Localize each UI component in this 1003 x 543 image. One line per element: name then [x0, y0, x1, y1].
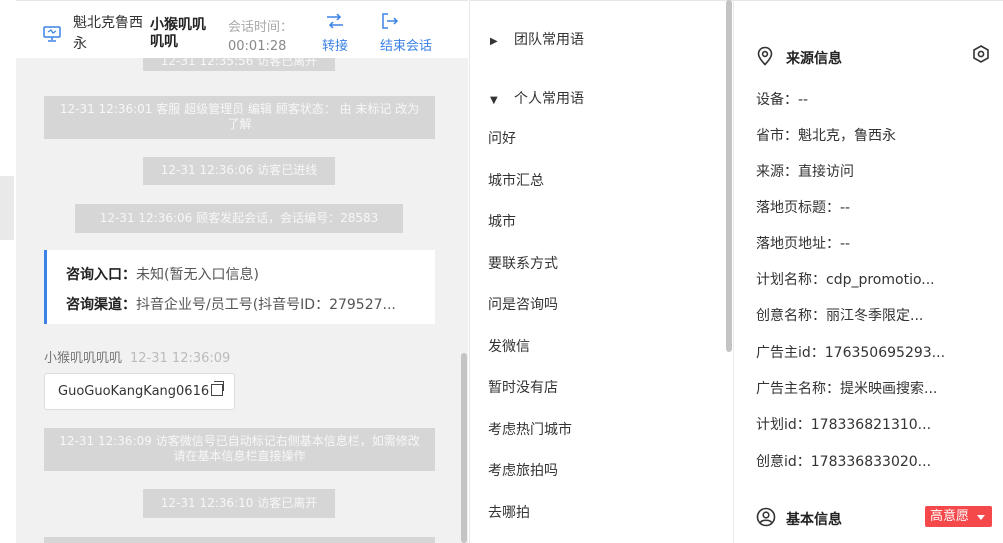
app-root: 12-31 12:35:56 访客已离开 12-31 12:36:01 客服 超…	[0, 0, 1003, 543]
entry-label: 咨询入口：	[66, 267, 136, 283]
consult-entry-row: 咨询入口：未知(暂无入口信息)	[66, 264, 259, 284]
quick-replies-panel: ▶ 团队常用语 ▼ 个人常用语 问好 城市汇总 城市 要联系方式 问是咨询吗 发微信…	[469, 0, 733, 543]
quick-reply-item[interactable]: 问是咨询吗	[488, 294, 558, 314]
quick-reply-item[interactable]: 去哪拍	[488, 502, 530, 522]
quick-reply-item[interactable]: 要联系方式	[488, 253, 558, 273]
source-row: 省市：魁北克，鲁西永	[756, 128, 896, 144]
team-phrases-group[interactable]: ▶ 团队常用语	[490, 29, 584, 49]
visitor-location: 魁北克鲁西永	[73, 15, 143, 52]
message-text: GuoGuoKangKang0616	[58, 384, 210, 399]
system-message	[44, 537, 435, 543]
quick-reply-item[interactable]: 考虑热门城市	[488, 419, 572, 439]
personal-phrases-group[interactable]: ▼ 个人常用语	[490, 88, 584, 108]
transfer-label: 转接	[322, 39, 349, 54]
consult-info-card: 咨询入口：未知(暂无入口信息) 咨询渠道：抖音企业号/员工号(抖音号ID：279…	[44, 250, 435, 324]
message-bubble[interactable]: GuoGuoKangKang0616	[44, 373, 235, 410]
end-session-icon	[382, 13, 399, 29]
intent-level-label: 高意愿	[930, 509, 970, 524]
source-row: 设备：--	[756, 92, 809, 108]
system-message: 12-31 12:36:10 访客已离开	[143, 489, 335, 518]
end-session-button[interactable]: 结束会话	[380, 11, 432, 54]
caret-down-icon: ▼	[490, 95, 498, 106]
channel-label: 咨询渠道：	[66, 297, 136, 313]
system-message: 12-31 12:36:09 访客微信号已自动标记右侧基本信息栏，如需修改请在基…	[44, 428, 435, 471]
session-time-value: 00:01:28	[228, 39, 287, 54]
system-message: 12-31 12:36:01 客服 超级管理员 编辑 顾客状态： 由 未标记 改…	[44, 96, 435, 139]
quick-reply-item[interactable]: 城市	[488, 211, 516, 231]
left-gutter	[0, 0, 16, 543]
personal-phrases-label: 个人常用语	[514, 91, 584, 107]
location-pin-icon	[757, 46, 773, 66]
source-info-panel: 来源信息 设备：-- 省市：魁北克，鲁西永 来源：直接访问 落地页标题：-- 落…	[733, 0, 1003, 543]
intent-level-dropdown[interactable]: 高意愿	[925, 506, 992, 527]
agent-name: 小猴叽叽叽叽	[150, 17, 206, 50]
transfer-button[interactable]: 转接	[322, 11, 348, 54]
source-row: 计划id：178336821310...	[756, 417, 932, 433]
session-topbar: 魁北克鲁西永 小猴叽叽叽叽 会话时间： 00:01:28 转接 结束会话	[16, 0, 468, 58]
quick-reply-item[interactable]: 考虑旅拍吗	[488, 460, 558, 480]
quick-reply-item[interactable]: 城市汇总	[488, 170, 544, 190]
message-time: 12-31 12:36:09	[130, 351, 231, 366]
caret-right-icon: ▶	[490, 36, 498, 47]
system-message: 12-31 12:36:06 访客已进线	[143, 157, 335, 185]
chat-scrollbar[interactable]	[461, 353, 467, 543]
copy-icon[interactable]	[211, 381, 225, 396]
collapse-tab[interactable]	[0, 176, 14, 240]
source-row: 广告主名称：提米映画搜索...	[756, 381, 938, 397]
system-message: 12-31 12:36:06 顾客发起会话，会话编号：28583	[75, 204, 403, 233]
end-session-label: 结束会话	[380, 39, 433, 54]
source-row: 落地页标题：--	[756, 200, 851, 216]
entry-value: 未知(暂无入口信息)	[136, 267, 259, 283]
transfer-icon	[327, 13, 343, 29]
settings-icon[interactable]	[972, 45, 990, 63]
message-sender: 小猴叽叽叽叽	[44, 351, 123, 366]
source-row: 广告主id：176350695293...	[756, 345, 946, 361]
source-row: 创意id：178336833020...	[756, 454, 932, 470]
session-time-label: 会话时间：	[228, 20, 294, 35]
user-circle-icon	[756, 507, 776, 527]
quick-reply-item[interactable]: 发微信	[488, 336, 530, 356]
channel-value: 抖音企业号/员工号(抖音号ID：279527...	[136, 297, 396, 313]
source-info-title: 来源信息	[786, 51, 842, 67]
message-header: 小猴叽叽叽叽 12-31 12:36:09	[44, 347, 230, 366]
source-row: 落地页地址：--	[756, 236, 851, 252]
quick-reply-item[interactable]: 暂时没有店	[488, 377, 558, 397]
quick-reply-item[interactable]: 问好	[488, 128, 516, 148]
consult-channel-row: 咨询渠道：抖音企业号/员工号(抖音号ID：279527...	[66, 294, 396, 314]
source-row: 计划名称：cdp_promotio...	[756, 272, 935, 288]
monitor-icon	[43, 26, 61, 42]
source-row: 来源：直接访问	[756, 164, 854, 180]
basic-info-title: 基本信息	[786, 512, 842, 528]
source-row: 创意名称：丽江冬季限定...	[756, 308, 924, 324]
quick-replies-scrollbar[interactable]	[726, 0, 732, 352]
team-phrases-label: 团队常用语	[514, 32, 584, 48]
